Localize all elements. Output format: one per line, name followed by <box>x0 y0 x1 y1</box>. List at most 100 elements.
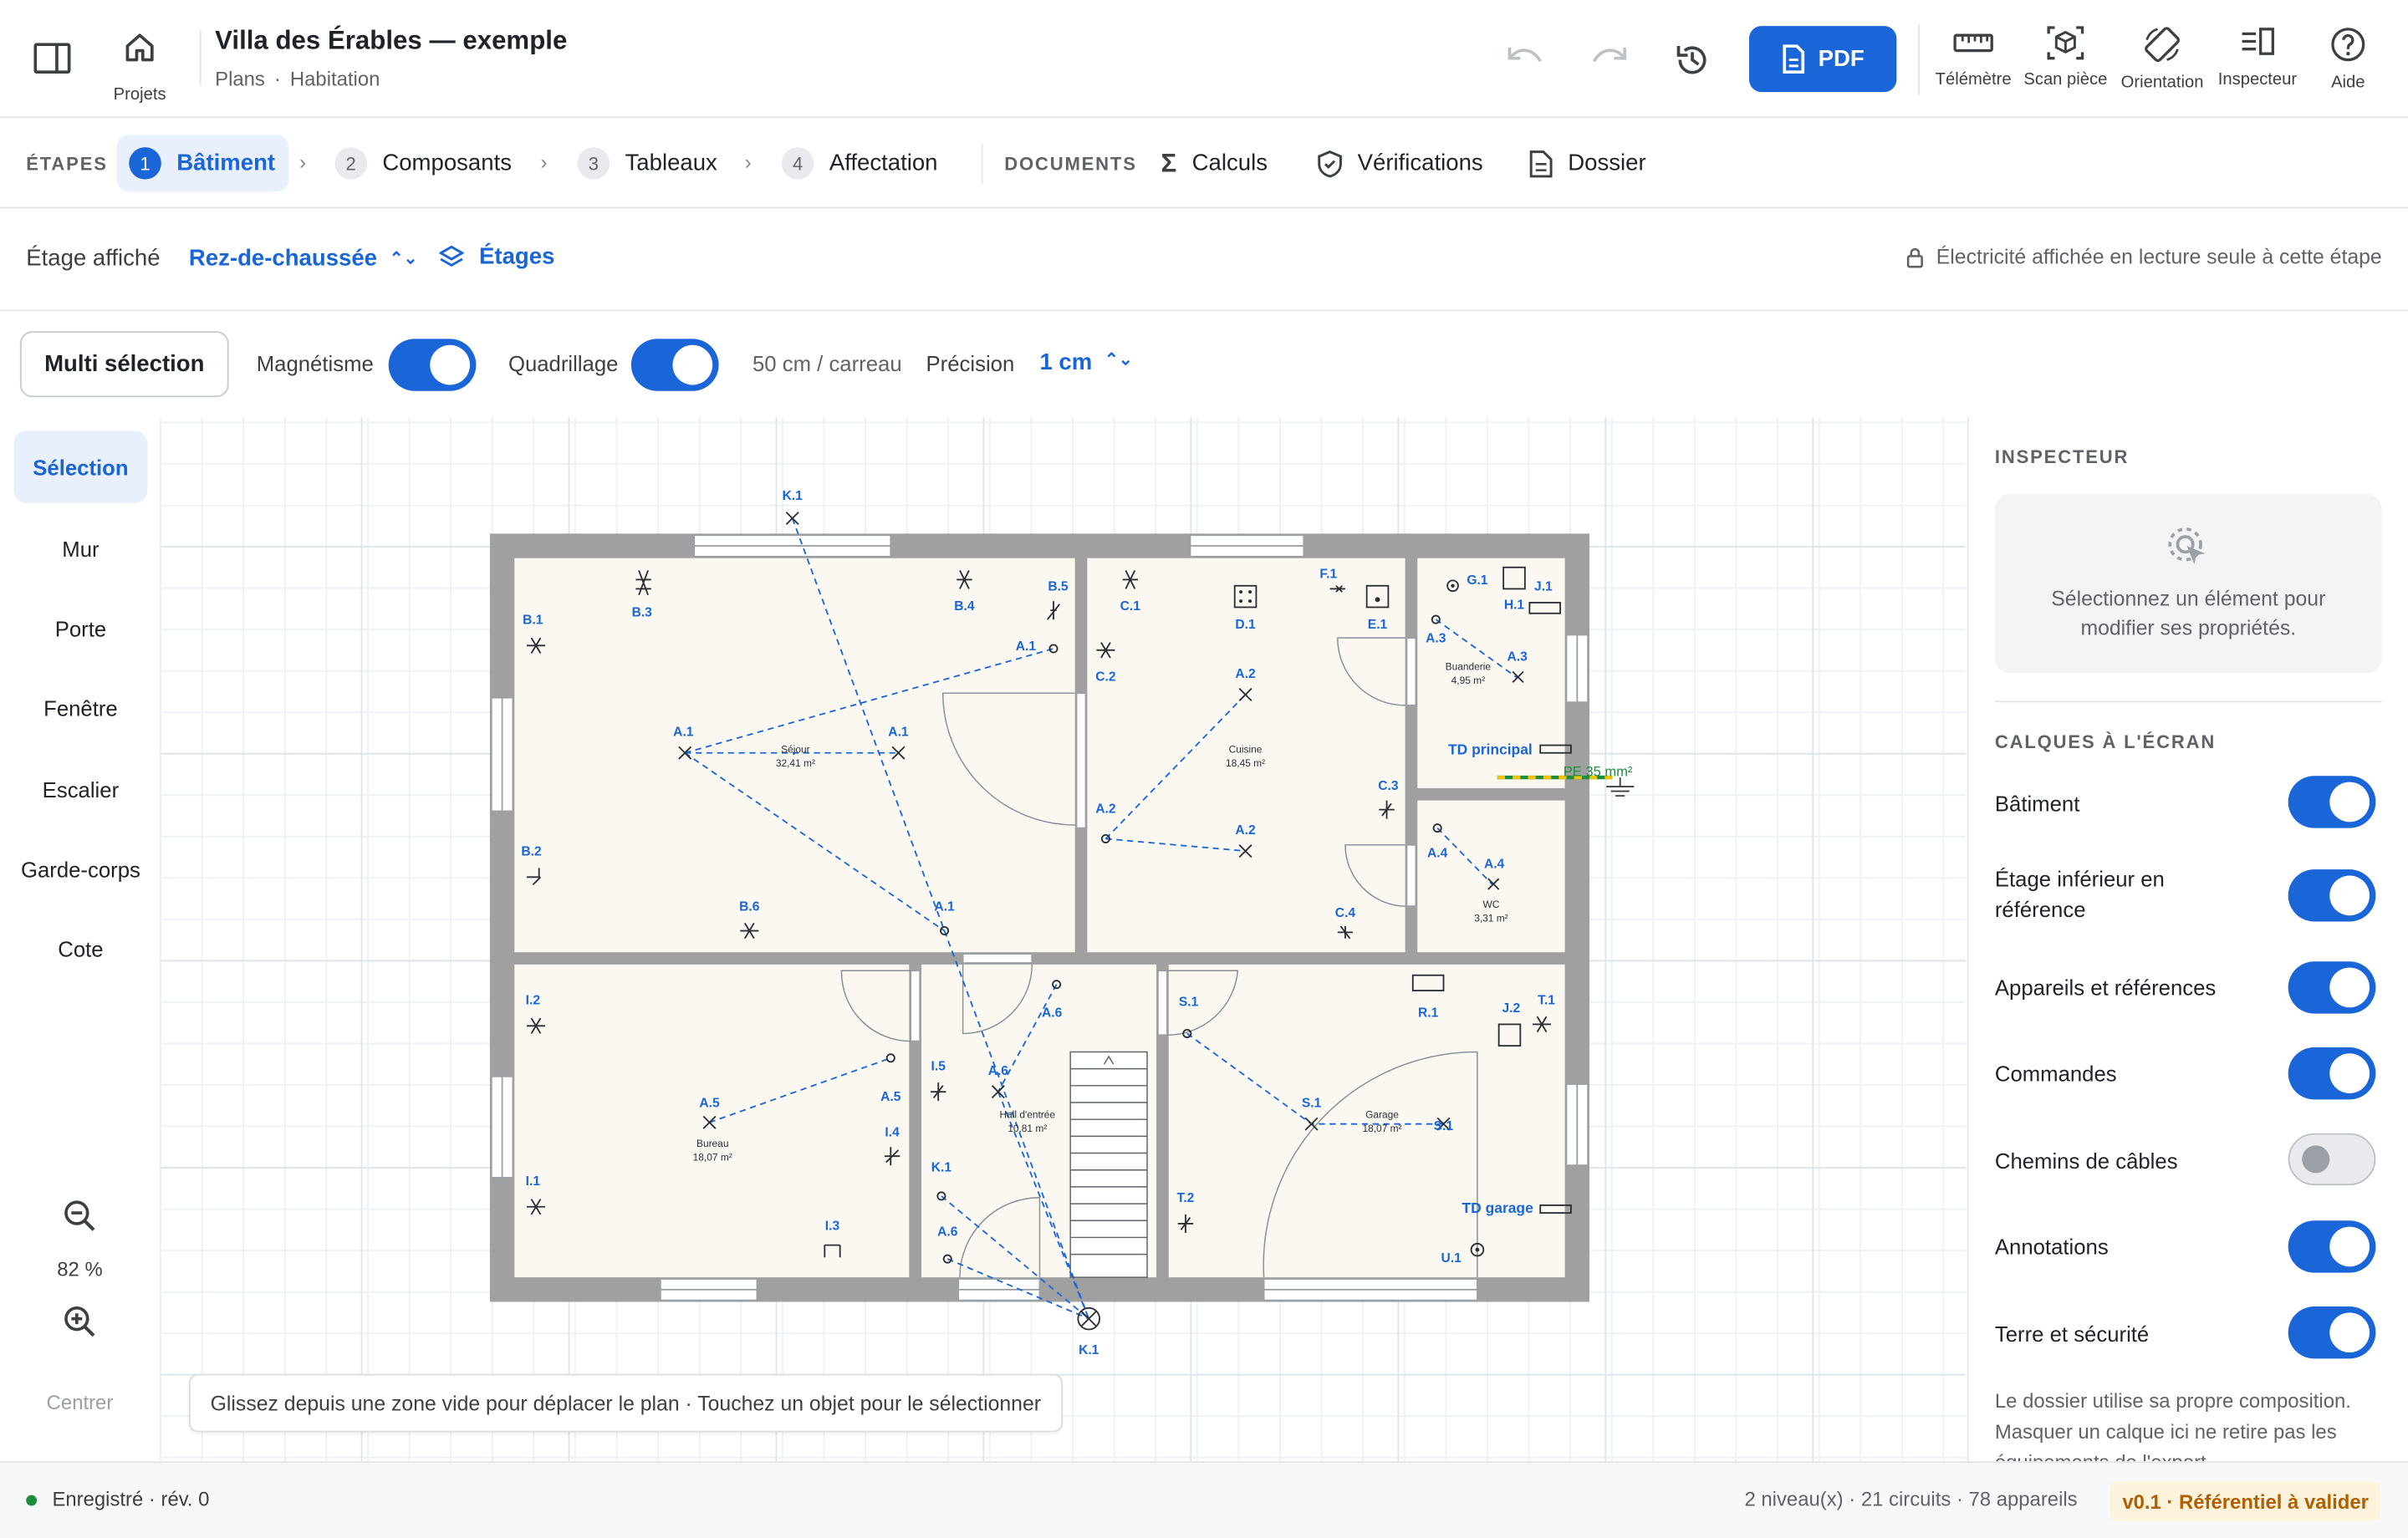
device-label[interactable]: A.2 <box>1095 802 1116 816</box>
zoom-in-icon[interactable] <box>61 1303 98 1340</box>
layer-commandes-toggle[interactable] <box>2288 1047 2376 1100</box>
tool-scan-piece[interactable]: Scan pièce <box>2017 24 2115 89</box>
device-label[interactable]: C.2 <box>1095 670 1116 685</box>
floor-plan[interactable]: K.1 B.1 B.3 B.4 B.5 A.1 A.1 A.1 A.1 C.1 C.2 D.1 F.1 E… <box>160 417 1966 1461</box>
device-label[interactable]: I.3 <box>825 1219 840 1233</box>
device-label[interactable]: B.1 <box>523 614 543 628</box>
magnetism-toggle[interactable] <box>388 339 477 391</box>
tool-inspecteur[interactable]: Inspecteur <box>2208 24 2307 89</box>
panel-label-earth[interactable]: PE 35 mm² <box>1564 763 1633 779</box>
doc-calculs[interactable]: Σ Calculs <box>1161 135 1268 191</box>
layer-batiment-toggle[interactable] <box>2288 776 2376 828</box>
history-icon[interactable] <box>1672 40 1712 80</box>
device-label[interactable]: J.2 <box>1502 1001 1520 1016</box>
center-button[interactable]: Centrer <box>0 1391 160 1414</box>
step-affectation[interactable]: 4 Affectation <box>781 135 938 191</box>
panel-label-main[interactable]: TD principal <box>1448 741 1533 758</box>
device-label[interactable]: B.6 <box>739 900 760 914</box>
device-label[interactable]: F.1 <box>1319 568 1337 582</box>
tool-cote[interactable]: Cote <box>14 913 148 985</box>
device-label[interactable]: B.5 <box>1048 579 1069 593</box>
device-label[interactable]: A.3 <box>1426 632 1446 646</box>
device-label[interactable]: T.2 <box>1177 1191 1195 1205</box>
device-label[interactable]: A.5 <box>880 1090 901 1104</box>
undo-icon[interactable] <box>1505 43 1545 74</box>
grid-toggle[interactable] <box>630 339 719 391</box>
multi-select-button[interactable]: Multi sélection <box>19 331 229 398</box>
device-label[interactable]: K.1 <box>1079 1343 1099 1357</box>
device-label[interactable]: I.4 <box>885 1125 900 1139</box>
breadcrumb-plans[interactable]: Plans <box>215 68 265 91</box>
device-label[interactable]: S.1 <box>1302 1097 1322 1111</box>
device-label[interactable]: A.5 <box>699 1097 720 1111</box>
device-label[interactable]: S.1 <box>1179 995 1199 1009</box>
device-label[interactable]: A.1 <box>673 726 694 740</box>
staircase[interactable] <box>1069 1051 1148 1278</box>
tool-aide[interactable]: Aide <box>2299 24 2398 92</box>
step-batiment[interactable]: 1 Bâtiment <box>116 135 289 192</box>
sidebar-toggle-icon[interactable] <box>33 43 71 74</box>
zoom-out-icon[interactable] <box>61 1198 98 1235</box>
tool-selection[interactable]: Sélection <box>13 430 148 503</box>
device-label[interactable]: K.1 <box>931 1161 952 1175</box>
device-label[interactable]: C.1 <box>1120 599 1141 614</box>
redo-icon[interactable] <box>1589 43 1630 74</box>
breadcrumb-habitation[interactable]: Habitation <box>290 68 380 91</box>
device-label[interactable]: I.1 <box>526 1174 541 1189</box>
device-label[interactable]: H.1 <box>1504 598 1525 612</box>
device-label[interactable]: I.5 <box>931 1059 946 1073</box>
tool-orientation[interactable]: Orientation <box>2113 24 2212 92</box>
device-label[interactable]: C.3 <box>1378 779 1399 793</box>
device-label[interactable]: A.3 <box>1508 650 1528 665</box>
panel-label-garage[interactable]: TD garage <box>1462 1199 1534 1216</box>
floor-select[interactable]: Rez-de-chaussée ⌃⌄ <box>189 246 418 272</box>
tool-garde-corps[interactable]: Garde-corps <box>14 833 148 904</box>
device-label[interactable]: A.2 <box>1235 823 1256 838</box>
device-label[interactable]: R.1 <box>1418 1006 1439 1020</box>
device-label[interactable]: A.6 <box>937 1225 958 1240</box>
tool-telemetre[interactable]: Télémètre <box>1924 24 2023 89</box>
device-label[interactable]: S.1 <box>1434 1119 1454 1133</box>
layer-terre-toggle[interactable] <box>2288 1306 2376 1359</box>
device-label[interactable]: D.1 <box>1235 618 1256 632</box>
tool-porte[interactable]: Porte <box>14 592 148 664</box>
device-label[interactable]: C.4 <box>1335 906 1356 920</box>
projects-button[interactable]: Projets <box>101 31 178 104</box>
device-label[interactable]: K.1 <box>783 489 804 503</box>
layer-chemins-toggle[interactable] <box>2288 1133 2376 1186</box>
device-label[interactable]: B.2 <box>521 845 542 859</box>
device-label[interactable]: B.3 <box>632 605 653 619</box>
tool-escalier[interactable]: Escalier <box>14 753 148 825</box>
step-composants[interactable]: 2 Composants <box>334 135 512 191</box>
device-label[interactable]: A.1 <box>888 726 909 740</box>
device-label[interactable]: A.1 <box>1016 639 1037 654</box>
device-label[interactable]: A.2 <box>1235 667 1256 681</box>
device-label[interactable]: A.6 <box>988 1064 1009 1078</box>
tool-fenetre[interactable]: Fenêtre <box>14 672 148 744</box>
device-label[interactable]: G.1 <box>1467 573 1487 588</box>
device-label[interactable]: E.1 <box>1368 618 1388 632</box>
doc-dossier[interactable]: Dossier <box>1529 135 1646 191</box>
device-label[interactable]: T.1 <box>1538 994 1555 1008</box>
device-label[interactable]: I.2 <box>526 994 541 1008</box>
precision-select[interactable]: 1 cm ⌃⌄ <box>1039 349 1132 375</box>
layer-appareils-toggle[interactable] <box>2288 961 2376 1014</box>
device-label[interactable]: U.1 <box>1441 1251 1462 1266</box>
tool-mur[interactable]: Mur <box>14 512 148 584</box>
layer-etage-inferieur-toggle[interactable] <box>2288 869 2376 922</box>
device-label[interactable]: A.4 <box>1484 857 1505 871</box>
floors-button[interactable]: Étages <box>439 244 554 270</box>
plan-canvas[interactable]: K.1 B.1 B.3 B.4 B.5 A.1 A.1 A.1 A.1 C.1 C.2 D.1 F.1 E… <box>160 416 1966 1462</box>
doc-verifications[interactable]: Vérifications <box>1318 135 1483 191</box>
device-label[interactable]: A.4 <box>1427 846 1448 860</box>
step-tableaux[interactable]: 3 Tableaux <box>577 135 717 191</box>
divider <box>1994 700 2382 703</box>
device-label[interactable]: B.4 <box>954 599 975 614</box>
device-label[interactable]: A.1 <box>934 900 955 914</box>
export-pdf-button[interactable]: PDF <box>1749 26 1897 93</box>
device-label[interactable]: J.1 <box>1534 579 1553 593</box>
device-label[interactable]: A.6 <box>1042 1006 1063 1020</box>
layer-annotations-toggle[interactable] <box>2288 1220 2376 1273</box>
cursor-target-icon <box>2168 527 2206 565</box>
room-name: Hall d'entrée <box>999 1108 1055 1120</box>
